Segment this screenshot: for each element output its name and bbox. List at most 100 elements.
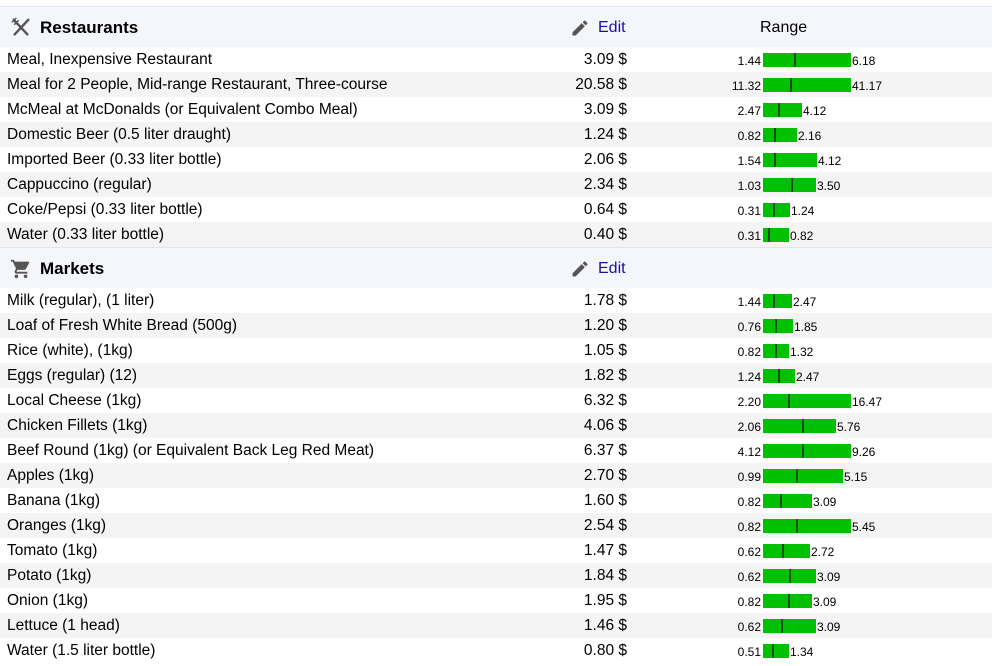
price-marker [796, 469, 798, 483]
item-name: Imported Beer (0.33 liter bottle) [7, 151, 222, 168]
item-name: Tomato (1kg) [7, 542, 98, 559]
shopping-cart-icon [10, 258, 32, 280]
table-row: Tomato (1kg) 1.47 $ 0.62 2.72 [0, 538, 992, 563]
range-max: 41.17 [852, 79, 883, 93]
range-min: 0.76 [737, 320, 761, 334]
price-marker [794, 53, 796, 67]
edit-label[interactable]: Edit [598, 260, 626, 278]
range-min: 0.62 [737, 620, 761, 634]
range-min: 2.06 [737, 420, 761, 434]
item-name: Beef Round (1kg) (or Equivalent Back Leg… [7, 442, 375, 459]
price-marker [772, 644, 774, 658]
item-name: Cappuccino (regular) [7, 176, 152, 193]
range-max: 5.76 [837, 420, 861, 434]
range-max: 3.50 [817, 179, 841, 193]
price-marker [790, 78, 792, 92]
pencil-icon[interactable] [570, 259, 590, 279]
range-max: 2.47 [796, 370, 820, 384]
section-title: Markets [40, 259, 105, 278]
item-name: Water (0.33 liter bottle) [7, 226, 165, 243]
table-row: Water (1.5 liter bottle) 0.80 $ 0.51 1.34 [0, 638, 992, 663]
price-marker [773, 203, 775, 217]
price-marker [780, 494, 782, 508]
item-price: 1.20 $ [583, 317, 627, 334]
range-min: 2.20 [737, 395, 761, 409]
item-price: 1.84 $ [583, 567, 627, 584]
range-bar [763, 644, 789, 658]
item-price: 6.37 $ [583, 442, 627, 459]
item-price: 1.24 $ [583, 126, 627, 143]
price-marker [796, 519, 798, 533]
range-max: 3.09 [813, 495, 837, 509]
table-row: McMeal at McDonalds (or Equivalent Combo… [0, 97, 992, 122]
range-min: 1.44 [737, 295, 761, 309]
item-name: Local Cheese (1kg) [7, 392, 142, 409]
range-min: 0.82 [737, 595, 761, 609]
item-price: 1.47 $ [583, 542, 627, 559]
item-name: Eggs (regular) (12) [7, 367, 138, 384]
edit-link[interactable]: Edit [570, 257, 626, 281]
range-min: 1.03 [737, 179, 761, 193]
range-max: 1.85 [794, 320, 818, 334]
item-name: Water (1.5 liter bottle) [7, 642, 156, 659]
range-column-header: Range [760, 19, 808, 36]
item-price: 1.95 $ [583, 592, 627, 609]
range-min: 0.62 [737, 570, 761, 584]
item-name: Loaf of Fresh White Bread (500g) [7, 317, 238, 334]
range-max: 1.24 [791, 204, 815, 218]
item-name: Apples (1kg) [7, 467, 95, 484]
price-marker [768, 228, 770, 242]
item-name: Onion (1kg) [7, 592, 88, 609]
table-row: Coke/Pepsi (0.33 liter bottle) 0.64 $ 0.31… [0, 197, 992, 222]
range-min: 11.32 [731, 79, 761, 93]
item-name: Meal, Inexpensive Restaurant [7, 51, 213, 68]
range-min: 0.99 [737, 470, 761, 484]
edit-link[interactable]: Edit [570, 16, 626, 40]
table-row: Milk (regular), (1 liter) 1.78 $ 1.44 2.47 [0, 288, 992, 313]
range-bar [763, 53, 851, 67]
range-max: 3.09 [817, 570, 841, 584]
section-header-restaurants: Restaurants Edit Range [0, 6, 992, 47]
range-bar [763, 128, 797, 142]
pencil-icon[interactable] [570, 18, 590, 38]
range-bar [763, 178, 816, 192]
table-row: Cappuccino (regular) 2.34 $ 1.03 3.50 [0, 172, 992, 197]
table-row: Beef Round (1kg) (or Equivalent Back Leg… [0, 438, 992, 463]
price-marker [802, 444, 804, 458]
item-price: 1.82 $ [583, 367, 627, 384]
item-name: Oranges (1kg) [7, 517, 107, 534]
range-max: 1.34 [790, 645, 814, 659]
section-title: Restaurants [40, 18, 139, 37]
range-bar [763, 78, 851, 92]
range-min: 0.62 [737, 545, 761, 559]
range-min: 2.47 [737, 104, 761, 118]
utensils-icon [10, 17, 32, 39]
item-price: 0.40 $ [583, 226, 627, 243]
item-name: Domestic Beer (0.5 liter draught) [7, 126, 231, 143]
table-row: Domestic Beer (0.5 liter draught) 1.24 $ 0… [0, 122, 992, 147]
range-min: 1.44 [737, 54, 761, 68]
item-name: McMeal at McDonalds (or Equivalent Combo… [7, 101, 358, 118]
range-min: 1.54 [737, 154, 761, 168]
item-price: 2.54 $ [583, 517, 627, 534]
range-min: 0.51 [737, 645, 761, 659]
range-bar [763, 519, 851, 533]
item-price: 2.70 $ [583, 467, 627, 484]
price-marker [773, 294, 775, 308]
edit-label[interactable]: Edit [598, 19, 626, 37]
price-marker [774, 153, 776, 167]
price-marker [778, 369, 780, 383]
table-row: Lettuce (1 head) 1.46 $ 0.62 3.09 [0, 613, 992, 638]
range-min: 0.82 [737, 129, 761, 143]
item-name: Coke/Pepsi (0.33 liter bottle) [7, 201, 203, 218]
range-max: 9.26 [852, 445, 876, 459]
price-marker [788, 394, 790, 408]
table-row: Rice (white), (1kg) 1.05 $ 0.82 1.32 [0, 338, 992, 363]
table-row: Eggs (regular) (12) 1.82 $ 1.24 2.47 [0, 363, 992, 388]
item-name: Meal for 2 People, Mid-range Restaurant,… [7, 76, 388, 93]
range-max: 3.09 [813, 595, 837, 609]
range-min: 0.82 [737, 345, 761, 359]
range-max: 16.47 [852, 395, 883, 409]
range-bar [763, 153, 817, 167]
table-row: Banana (1kg) 1.60 $ 0.82 3.09 [0, 488, 992, 513]
